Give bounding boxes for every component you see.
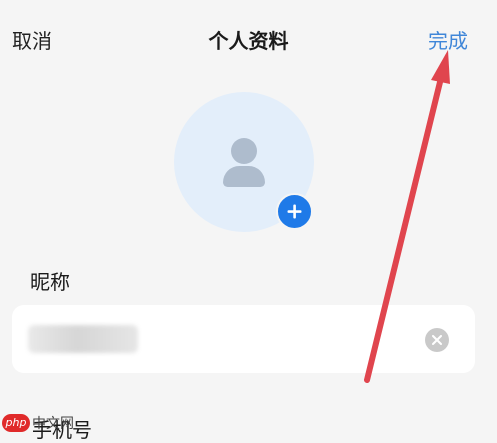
clear-circle-x-icon [432, 335, 442, 345]
nav-bar: 取消 个人资料 完成 [0, 0, 497, 80]
plus-icon [287, 204, 302, 219]
watermark-logo: php [2, 413, 30, 432]
done-button[interactable]: 完成 [428, 25, 468, 54]
add-avatar-button[interactable] [276, 193, 313, 230]
watermark-text: 中文网 [32, 415, 74, 432]
watermark: php 中文网 [2, 412, 74, 432]
nickname-value [28, 325, 138, 353]
person-silhouette-body [223, 166, 265, 187]
nickname-label: 昵称 [30, 270, 70, 294]
page-title: 个人资料 [208, 29, 289, 53]
nickname-field[interactable] [12, 305, 475, 373]
clear-button[interactable] [425, 328, 449, 352]
person-silhouette-icon [231, 138, 257, 164]
